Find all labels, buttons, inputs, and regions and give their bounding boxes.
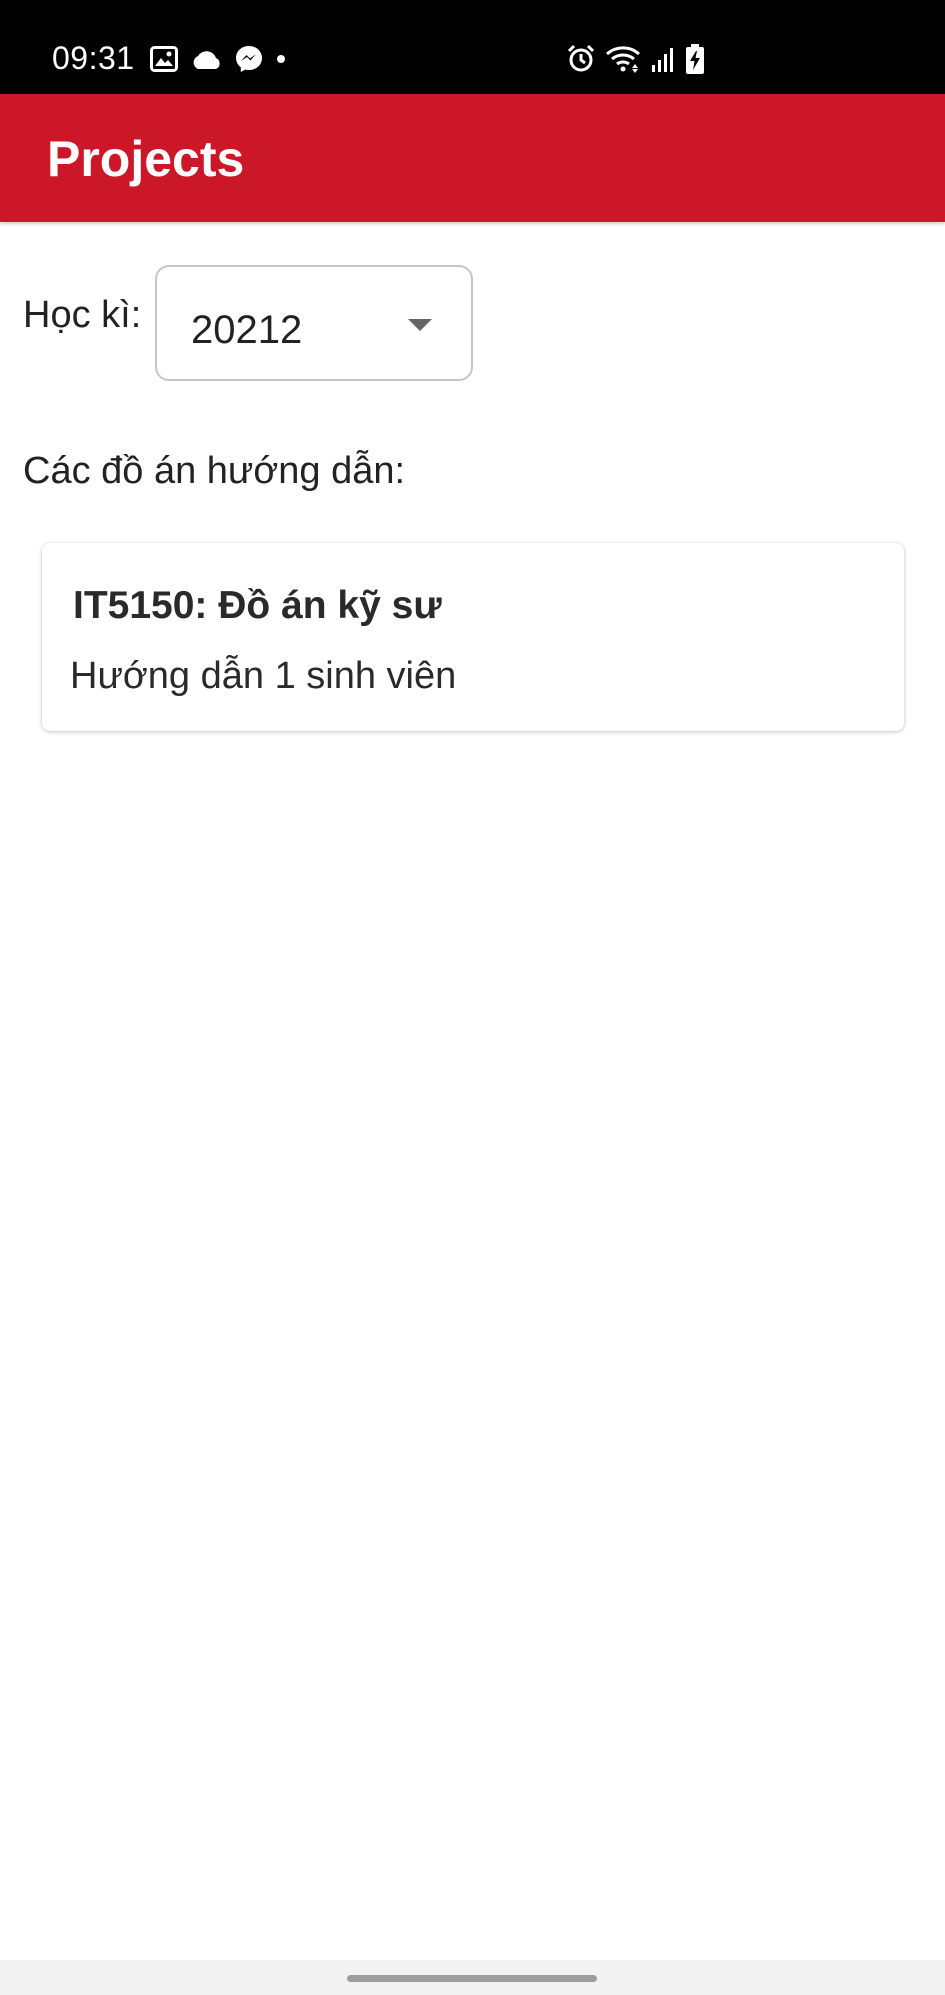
messenger-icon bbox=[234, 44, 264, 74]
battery-charging-icon bbox=[685, 43, 705, 75]
wifi-icon bbox=[605, 44, 643, 74]
app-bar: Projects bbox=[0, 94, 945, 222]
image-icon bbox=[150, 46, 178, 72]
status-left-icons bbox=[150, 44, 286, 74]
navigation-bar bbox=[0, 1960, 945, 1995]
semester-dropdown[interactable]: 20212 bbox=[155, 265, 473, 381]
cloud-icon bbox=[190, 48, 222, 70]
status-time: 09:31 bbox=[52, 40, 135, 76]
project-card[interactable]: IT5150: Đồ án kỹ sư Hướng dẫn 1 sinh viê… bbox=[42, 543, 904, 731]
chevron-down-icon bbox=[408, 319, 432, 331]
home-indicator[interactable] bbox=[347, 1975, 597, 1982]
page-title: Projects bbox=[47, 131, 245, 187]
projects-section-heading: Các đồ án hướng dẫn: bbox=[23, 450, 406, 492]
semester-label: Học kì: bbox=[23, 294, 142, 336]
project-title: IT5150: Đồ án kỹ sư bbox=[73, 584, 442, 627]
dot-icon bbox=[276, 54, 286, 64]
status-right-icons bbox=[565, 42, 705, 76]
status-bar: 09:31 bbox=[0, 0, 945, 94]
signal-icon bbox=[651, 45, 677, 73]
semester-selected-value: 20212 bbox=[191, 308, 303, 352]
alarm-icon bbox=[565, 43, 597, 75]
project-subtitle: Hướng dẫn 1 sinh viên bbox=[70, 655, 457, 697]
